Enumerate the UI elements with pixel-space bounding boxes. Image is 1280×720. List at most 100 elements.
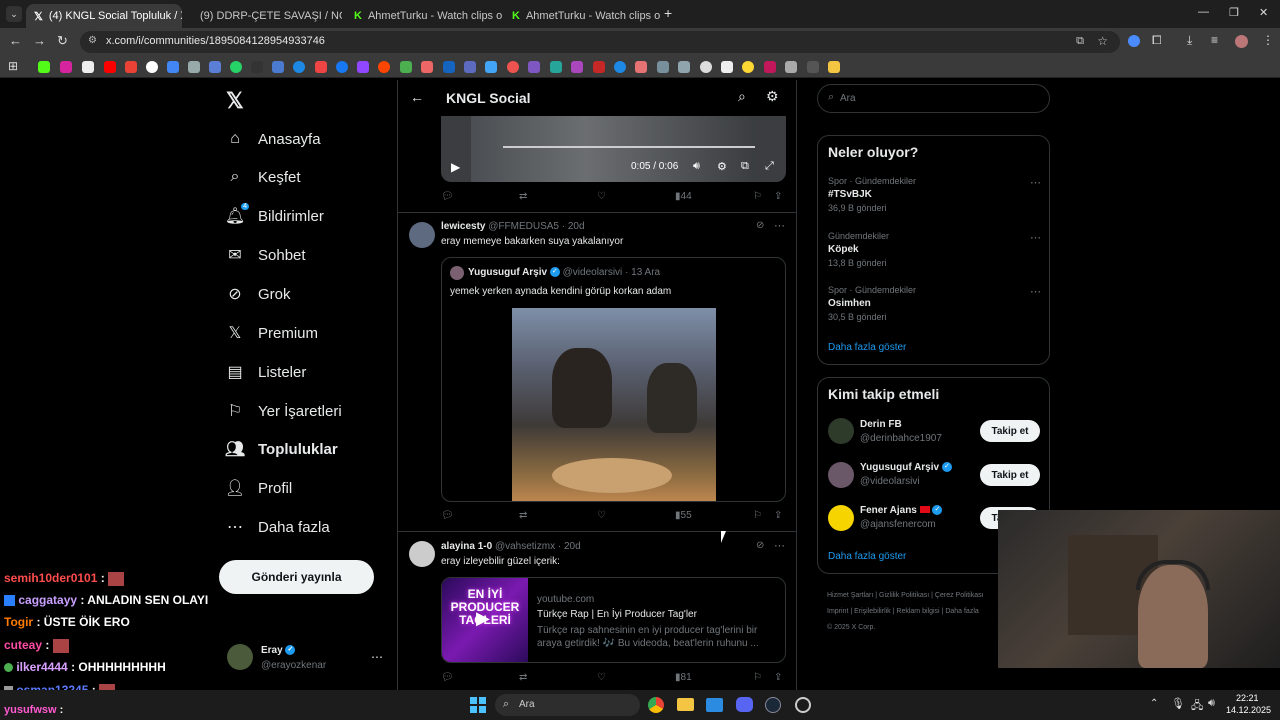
bookmark-icon[interactable] xyxy=(593,61,605,73)
fullscreen-icon[interactable]: ⤢ xyxy=(765,160,774,173)
suggested-name[interactable]: Derin FB xyxy=(860,419,902,430)
show-more-link[interactable]: Daha fazla göster xyxy=(828,551,906,562)
repost-icon[interactable]: ⇄ xyxy=(519,191,527,202)
reply-icon[interactable]: 💬︎ xyxy=(441,672,454,683)
footer-link[interactable]: Hizmet Şartları xyxy=(827,592,873,599)
bookmark-icon[interactable] xyxy=(721,61,733,73)
quoted-post[interactable]: Yugusuguf Arşiv ✓ @videolarsivi · 13 Ara… xyxy=(441,257,786,502)
menu-icon[interactable]: ⋮ xyxy=(1262,33,1274,47)
bookmark-icon[interactable] xyxy=(507,61,519,73)
footer-link[interactable]: Gizlilik Politikası xyxy=(879,592,929,599)
trend-item[interactable]: Spor · Gündemdekiler #TSvBJK 36,9 B gönd… xyxy=(828,176,1043,218)
repost-icon[interactable]: ⇄ xyxy=(519,510,527,521)
bookmark-icon[interactable] xyxy=(293,61,305,73)
clock-time[interactable]: 22:21 xyxy=(1236,693,1259,703)
windows-start-icon[interactable] xyxy=(470,697,486,713)
grok-explain-icon[interactable]: ⊘ xyxy=(756,540,764,551)
bookmark-icon[interactable] xyxy=(167,61,179,73)
bookmark-icon[interactable] xyxy=(146,61,158,73)
bookmark-icon[interactable] xyxy=(378,61,390,73)
new-tab-icon[interactable]: + xyxy=(664,5,672,21)
taskbar-search[interactable]: ⌕ Ara xyxy=(495,694,640,716)
reply-icon[interactable]: 💬︎ xyxy=(441,510,454,521)
avatar[interactable] xyxy=(1235,35,1248,48)
nav-messages[interactable]: ✉ Sohbet xyxy=(226,240,305,270)
avatar[interactable] xyxy=(409,541,435,567)
bookmark-icon[interactable] xyxy=(571,61,583,73)
avatar[interactable] xyxy=(828,462,854,488)
clock-date[interactable]: 14.12.2025 xyxy=(1226,705,1271,715)
suggested-name[interactable]: Fener Ajans xyxy=(860,505,917,516)
reload-icon[interactable]: ↻ xyxy=(57,33,68,49)
footer-link[interactable]: Çerez Politikası xyxy=(935,592,984,599)
more-dots-icon[interactable]: ⋯ xyxy=(1030,285,1041,298)
bookmark-icon[interactable] xyxy=(104,61,116,73)
tab-kick-2[interactable]: K AhmetTurku - Watch clips on K ✕ xyxy=(504,4,660,28)
nav-explore[interactable]: ⌕ Keşfet xyxy=(226,162,301,192)
play-icon[interactable]: ▶ xyxy=(451,160,460,174)
back-arrow-icon[interactable]: ← xyxy=(410,89,424,105)
nav-bookmarks[interactable]: ⚐ Yer İşaretleri xyxy=(226,396,342,426)
repost-icon[interactable]: ⇄ xyxy=(519,672,527,683)
share-icon[interactable]: ⇪ xyxy=(774,672,782,683)
nav-premium[interactable]: 𝕏 Premium xyxy=(226,318,318,348)
more-dots-icon[interactable]: ⋯ xyxy=(371,650,383,664)
site-info-icon[interactable]: ⚙ xyxy=(88,35,97,46)
bookmark-icon[interactable] xyxy=(742,61,754,73)
trend-item[interactable]: Gündemdekiler Köpek 13,8 B gönderi ⋯ xyxy=(828,231,1043,273)
quoted-image[interactable] xyxy=(512,308,716,501)
bookmark-folder-icon[interactable] xyxy=(828,61,840,73)
puzzle-icon[interactable]: ⧠ xyxy=(1152,33,1162,48)
author-handle[interactable]: @FFMEDUSA5 xyxy=(488,221,559,232)
volume-icon[interactable]: 🔊︎ xyxy=(693,160,700,173)
bookmark-icon[interactable] xyxy=(82,61,94,73)
restore-icon[interactable]: ❐ xyxy=(1229,6,1239,19)
bookmark-icon[interactable] xyxy=(230,61,242,73)
nav-communities[interactable]: 👥︎ Topluluklar xyxy=(225,434,338,464)
pip-icon[interactable]: ⧉ xyxy=(741,160,749,173)
like-icon[interactable]: ♡ xyxy=(597,191,606,202)
settings-gear-icon[interactable]: ⚙ xyxy=(766,88,779,105)
search-input[interactable]: ⌕ Ara xyxy=(817,84,1050,113)
discord-icon[interactable] xyxy=(736,697,753,712)
bookmark-icon[interactable] xyxy=(251,61,263,73)
star-icon[interactable]: ☆ xyxy=(1097,34,1108,48)
footer-link[interactable]: Erişilebilirlik xyxy=(854,608,891,615)
bookmark-icon[interactable] xyxy=(700,61,712,73)
share-icon[interactable]: ⇪ xyxy=(774,510,782,521)
chrome-icon[interactable] xyxy=(648,697,664,713)
bookmark-icon[interactable] xyxy=(357,61,369,73)
x-logo-icon[interactable]: 𝕏 xyxy=(226,88,244,114)
apps-icon[interactable]: ⊞ xyxy=(8,59,18,73)
minimize-icon[interactable]: — xyxy=(1198,6,1209,18)
like-icon[interactable]: ♡ xyxy=(597,672,606,683)
bookmark-icon[interactable] xyxy=(657,61,669,73)
grok-explain-icon[interactable]: ⊘ xyxy=(756,220,764,231)
video-player[interactable]: ▶ 0:05 / 0:06 🔊︎ ⚙ ⧉ ⤢ xyxy=(441,116,786,182)
bookmark-icon[interactable] xyxy=(764,61,776,73)
tray-chevron-icon[interactable]: ⌃ xyxy=(1150,698,1158,709)
nav-profile[interactable]: 👤︎ Profil xyxy=(225,473,292,503)
avatar[interactable] xyxy=(828,418,854,444)
more-dots-icon[interactable]: ⋯ xyxy=(1030,231,1041,244)
network-icon[interactable]: 🖧︎ xyxy=(1191,697,1203,716)
volume-icon[interactable]: 🔊︎ xyxy=(1208,697,1215,710)
author-name[interactable]: lewicesty xyxy=(441,221,485,232)
like-icon[interactable]: ♡ xyxy=(597,510,606,521)
footer-link[interactable]: Reklam bilgisi xyxy=(896,608,939,615)
nav-more[interactable]: ⋯ Daha fazla xyxy=(226,512,330,542)
bookmark-icon[interactable] xyxy=(807,61,819,73)
photos-icon[interactable] xyxy=(706,698,723,712)
nav-lists[interactable]: ▤ Listeler xyxy=(226,357,306,387)
reply-icon[interactable]: 💬︎ xyxy=(441,191,454,202)
bookmark-icon[interactable] xyxy=(614,61,626,73)
link-card[interactable]: EN İYİ PRODUCER TAGLERİ ▶ youtube.com Tü… xyxy=(441,577,786,663)
author-name[interactable]: alayina 1-0 xyxy=(441,541,492,552)
footer-link[interactable]: Daha fazla xyxy=(945,608,978,615)
avatar[interactable] xyxy=(828,505,854,531)
steam-icon[interactable] xyxy=(765,697,781,713)
microphone-icon[interactable]: 🎙︎ xyxy=(1171,697,1185,710)
search-icon[interactable]: ⌕ xyxy=(738,88,746,105)
bookmark-icon[interactable]: ⚐ xyxy=(753,191,762,202)
trend-item[interactable]: Spor · Gündemdekiler Osimhen 30,5 B gönd… xyxy=(828,285,1043,327)
